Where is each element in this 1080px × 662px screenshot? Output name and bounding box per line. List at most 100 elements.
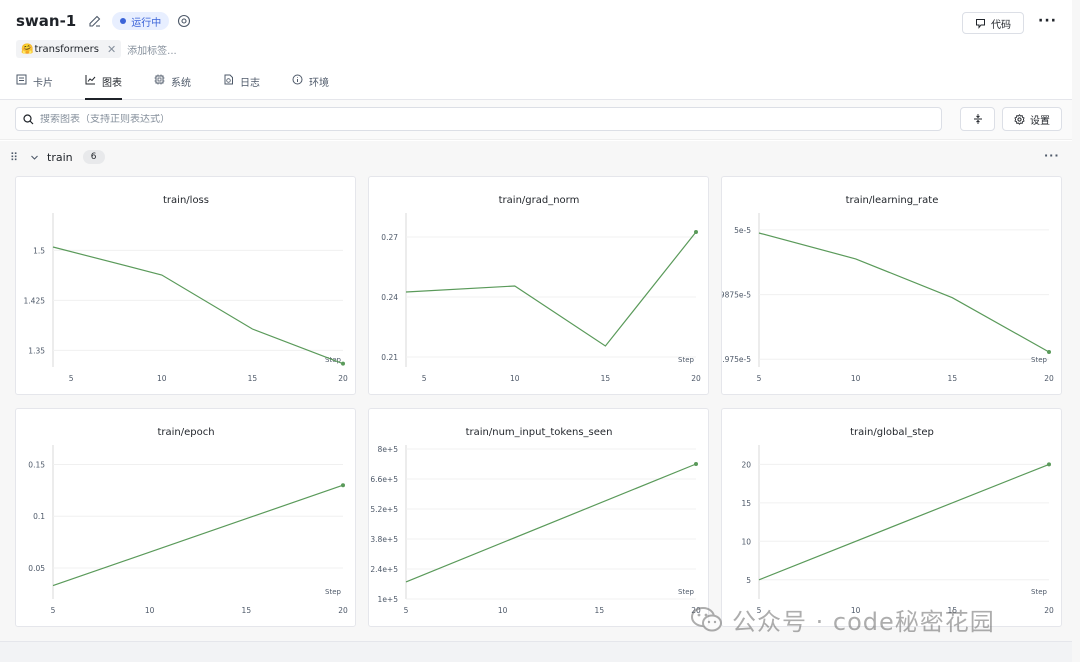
group-name: train — [47, 150, 73, 164]
title-row: swan-1 运行中 — [16, 12, 191, 30]
x-tick-label: 5 — [422, 374, 427, 383]
search-icon — [23, 113, 34, 124]
x-tick-label: 15 — [242, 606, 252, 615]
y-tick-label: 4.975e-5 — [722, 355, 751, 364]
x-tick-label: 20 — [338, 374, 348, 383]
x-tick-label: 10 — [851, 374, 861, 383]
x-tick-label: 20 — [691, 374, 701, 383]
tab-label: 系统 — [171, 78, 191, 89]
series-end-point — [341, 483, 345, 488]
chart-svg: train/loss1.351.4251.55 10 15 20Step — [24, 195, 348, 383]
series-end-point — [341, 361, 345, 366]
chart-title: train/learning_rate — [846, 195, 939, 206]
chart-svg: train/num_input_tokens_seen 1e+5 2.4e+5 3.8… — [370, 427, 701, 615]
y-tick-label: 10 — [741, 537, 751, 546]
chart-card-epoch[interactable]: train/epoch 0.05 0.1 0.15 5 10 15 20 Step — [15, 408, 356, 627]
run-header: swan-1 运行中 🤗 transformers ✕ 添加标签... 代码 ·… — [0, 0, 1080, 100]
series-line — [758, 232, 1050, 353]
x-tick-label: 10 — [145, 606, 155, 615]
chart-card-num-input-tokens-seen[interactable]: train/num_input_tokens_seen 1e+5 2.4e+5 3.8… — [368, 408, 709, 627]
tab-system[interactable]: 系统 — [154, 70, 191, 100]
drag-handle-icon[interactable]: ⠿ — [10, 151, 20, 164]
collapse-all-button[interactable] — [960, 107, 995, 131]
series-line — [52, 246, 344, 365]
code-button[interactable]: 代码 — [962, 12, 1024, 34]
x-tick-label: 15 — [601, 374, 611, 383]
x-tick-label: 20 — [1044, 374, 1054, 383]
more-options-icon[interactable]: ··· — [1038, 14, 1058, 30]
y-tick-label: 0.1 — [33, 512, 45, 521]
search-input[interactable] — [40, 113, 920, 125]
edit-icon[interactable] — [88, 14, 102, 28]
tab-environment[interactable]: 环境 — [292, 70, 329, 100]
series-end-point — [694, 462, 698, 466]
tab-charts[interactable]: 图表 — [85, 70, 122, 100]
x-axis-label: Step — [678, 356, 694, 364]
status-text: 运行中 — [131, 17, 162, 29]
settings-label: 设置 — [1030, 115, 1050, 127]
code-button-label: 代码 — [991, 19, 1011, 31]
chart-icon — [85, 75, 96, 85]
series-end-point — [1047, 350, 1051, 354]
x-tick-label: 5 — [404, 606, 409, 615]
chevron-down-icon[interactable] — [30, 153, 39, 162]
y-tick-label: 0.21 — [381, 353, 398, 362]
tag-chip-transformers[interactable]: 🤗 transformers ✕ — [16, 40, 122, 58]
y-tick-label: 0.24 — [381, 293, 398, 302]
y-tick-label: 0.15 — [28, 461, 45, 470]
tab-cards[interactable]: 卡片 — [16, 70, 53, 100]
code-branch-icon — [976, 18, 985, 29]
x-tick-label: 5 — [51, 606, 56, 615]
chart-svg: train/learning_rate 4.975e-5 4.9875e-5 5e-5… — [722, 195, 1054, 383]
y-tick-label: 8e+5 — [378, 445, 399, 454]
chart-group-area: ⠿ train 6 ··· train/loss 1.35 1.425 1.5 5 10 1… — [0, 141, 1080, 641]
log-icon — [224, 74, 233, 85]
tab-label: 卡片 — [33, 78, 53, 89]
chart-card-loss[interactable]: train/loss 1.35 1.425 1.5 5 10 15 20 Step — [15, 176, 356, 395]
x-tick-label: 5 — [69, 374, 74, 383]
settings-button[interactable]: 设置 — [1002, 107, 1062, 131]
chart-svg: train/epoch 0.05 0.1 0.15 5 10 15 20 Step — [28, 427, 348, 615]
add-tag-input[interactable]: 添加标签... — [127, 42, 177, 57]
close-icon[interactable]: ✕ — [107, 43, 116, 56]
y-tick-label: 1.5 — [33, 246, 45, 255]
chart-card-grad-norm[interactable]: train/grad_norm 0.21 0.24 0.27 5 10 15 20 Step — [368, 176, 709, 395]
series-end-point — [694, 230, 698, 234]
hugging-face-icon: 🤗 — [21, 43, 34, 55]
x-axis-label: Step — [1031, 588, 1047, 596]
chart-title: train/num_input_tokens_seen — [466, 427, 613, 438]
chart-svg: train/grad_norm 0.21 0.24 0.27 5 10 15 20 Step — [381, 195, 701, 383]
y-tick-label: 1.425 — [24, 296, 46, 305]
chart-svg: train/global_step51015205 10 15 20Step — [741, 427, 1054, 615]
x-tick-label: 15 — [595, 606, 605, 615]
series-line — [758, 463, 1050, 581]
watermark-text: 公众号 · code秘密花园 — [732, 608, 995, 636]
x-axis-label: Step — [1031, 356, 1047, 364]
series-end-point — [1047, 462, 1051, 467]
y-tick-label: 5.2e+5 — [370, 505, 398, 514]
series-line — [405, 463, 697, 583]
chart-toolbar: 设置 — [0, 100, 1080, 140]
chart-card-global-step[interactable]: train/global_step 5 10 15 20 5 10 15 20 Step — [721, 408, 1062, 627]
tab-bar: 卡片 图表 系统 日志 环境 — [16, 70, 361, 100]
tab-logs[interactable]: 日志 — [223, 70, 260, 100]
series-line — [52, 484, 344, 587]
footer-bar — [0, 641, 1080, 662]
tag-row: 🤗 transformers ✕ 添加标签... — [16, 40, 177, 58]
x-tick-label: 10 — [157, 374, 167, 383]
watermark: 公众号 · code秘密花园 — [690, 602, 995, 637]
y-tick-label: 0.27 — [381, 233, 398, 242]
group-header-train[interactable]: ⠿ train 6 — [10, 150, 105, 164]
info-icon — [292, 74, 303, 85]
y-tick-label: 6.6e+5 — [370, 475, 398, 484]
y-tick-label: 4.9875e-5 — [722, 291, 751, 300]
tag-label: transformers — [34, 43, 99, 55]
chart-title: train/epoch — [157, 427, 214, 438]
chart-card-learning-rate[interactable]: train/learning_rate 4.975e-5 4.9875e-5 5e-5… — [721, 176, 1062, 395]
run-title: swan-1 — [16, 12, 77, 30]
search-box[interactable] — [15, 107, 942, 131]
stop-target-icon[interactable] — [177, 14, 191, 28]
tab-label: 图表 — [102, 78, 122, 89]
group-more-icon[interactable]: ··· — [1044, 149, 1060, 162]
scrollbar-track[interactable] — [1072, 0, 1080, 662]
